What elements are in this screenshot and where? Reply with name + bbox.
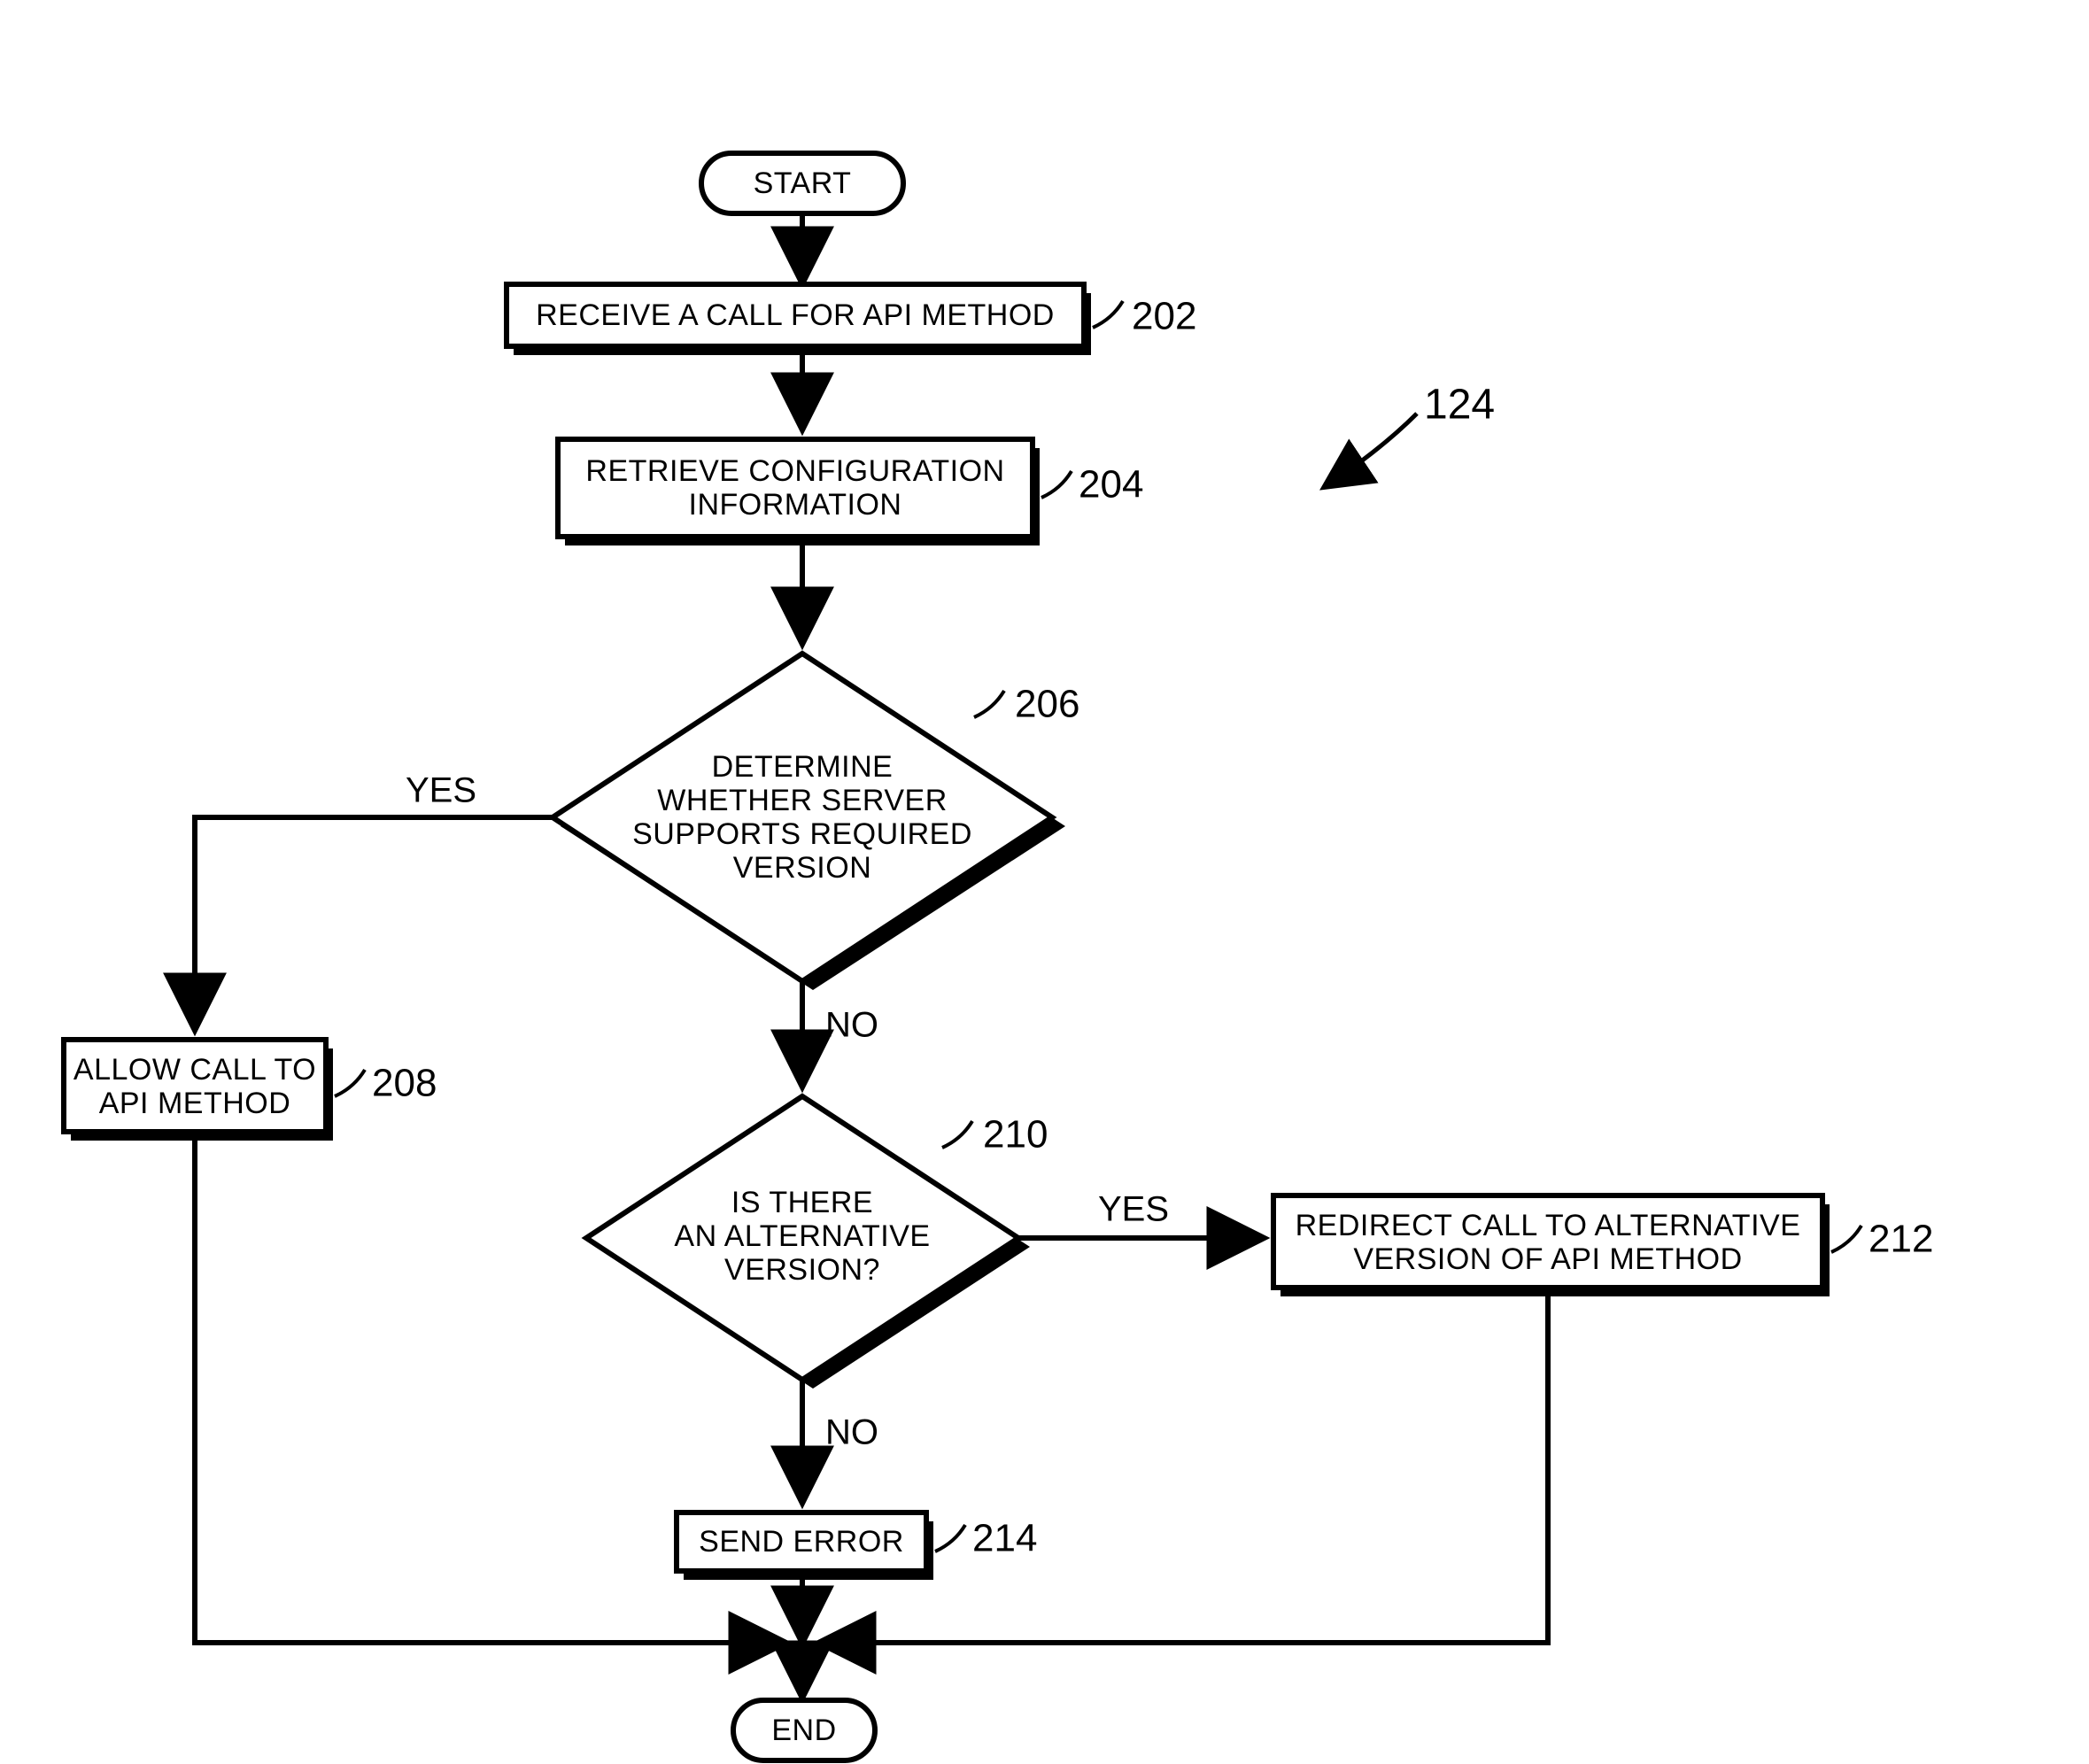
dec-210-text-1: AN ALTERNATIVE bbox=[674, 1219, 930, 1253]
ref-206-leader bbox=[974, 691, 1004, 717]
step-214: SEND ERROR bbox=[677, 1513, 933, 1580]
dec-206-text-0: DETERMINE bbox=[712, 750, 894, 784]
edge-212-merge bbox=[825, 1296, 1548, 1643]
end-label: END bbox=[771, 1714, 836, 1747]
figure-ref-arrow bbox=[1328, 414, 1417, 484]
no-label-210: NO bbox=[825, 1413, 878, 1452]
figure-ref-text: 124 bbox=[1424, 382, 1495, 429]
edge-206-208 bbox=[195, 817, 553, 1024]
ref-212-leader bbox=[1831, 1226, 1861, 1252]
step-208: ALLOW CALL TO API METHOD bbox=[64, 1040, 333, 1141]
ref-214-leader bbox=[935, 1525, 965, 1551]
ref-204: 204 bbox=[1079, 463, 1143, 507]
step-202: RECEIVE A CALL FOR API METHOD bbox=[507, 284, 1091, 355]
step-204-text-0: RETRIEVE CONFIGURATION bbox=[585, 454, 1004, 488]
dec-210-text-2: VERSION? bbox=[724, 1253, 880, 1287]
yes-label-206: YES bbox=[406, 771, 476, 810]
step-204: RETRIEVE CONFIGURATION INFORMATION bbox=[558, 439, 1040, 545]
decision-210: IS THERE AN ALTERNATIVE VERSION? bbox=[586, 1096, 1030, 1389]
dec-206-text-3: VERSION bbox=[733, 851, 872, 885]
end-node: END bbox=[733, 1700, 875, 1760]
step-208-text-0: ALLOW CALL TO bbox=[74, 1053, 316, 1087]
no-label-206: NO bbox=[825, 1006, 878, 1045]
step-208-text-1: API METHOD bbox=[99, 1087, 291, 1120]
step-202-text: RECEIVE A CALL FOR API METHOD bbox=[536, 298, 1055, 332]
flowchart-figure: START RECEIVE A CALL FOR API METHOD 202 … bbox=[0, 0, 2089, 1764]
dec-206-text-2: SUPPORTS REQUIRED bbox=[632, 817, 972, 851]
ref-212: 212 bbox=[1868, 1218, 1933, 1261]
yes-label-210: YES bbox=[1098, 1190, 1169, 1229]
ref-210-leader bbox=[942, 1121, 972, 1148]
step-212: REDIRECT CALL TO ALTERNATIVE VERSION OF … bbox=[1273, 1195, 1830, 1296]
dec-206-text-1: WHETHER SERVER bbox=[657, 784, 948, 817]
ref-210: 210 bbox=[983, 1113, 1048, 1157]
step-204-text-1: INFORMATION bbox=[689, 488, 902, 522]
step-212-text-1: VERSION OF API METHOD bbox=[1353, 1242, 1742, 1276]
start-node: START bbox=[701, 153, 903, 213]
ref-208: 208 bbox=[372, 1062, 437, 1105]
step-214-text: SEND ERROR bbox=[699, 1525, 904, 1559]
dec-210-text-0: IS THERE bbox=[731, 1186, 873, 1219]
ref-204-leader bbox=[1041, 471, 1072, 498]
ref-206: 206 bbox=[1015, 683, 1079, 726]
ref-214: 214 bbox=[972, 1517, 1037, 1560]
decision-206: DETERMINE WHETHER SERVER SUPPORTS REQUIR… bbox=[553, 654, 1065, 990]
ref-208-leader bbox=[335, 1070, 365, 1096]
step-212-text-0: REDIRECT CALL TO ALTERNATIVE bbox=[1296, 1209, 1801, 1242]
start-label: START bbox=[754, 166, 852, 200]
ref-202-leader bbox=[1093, 301, 1123, 328]
ref-202: 202 bbox=[1132, 295, 1196, 338]
